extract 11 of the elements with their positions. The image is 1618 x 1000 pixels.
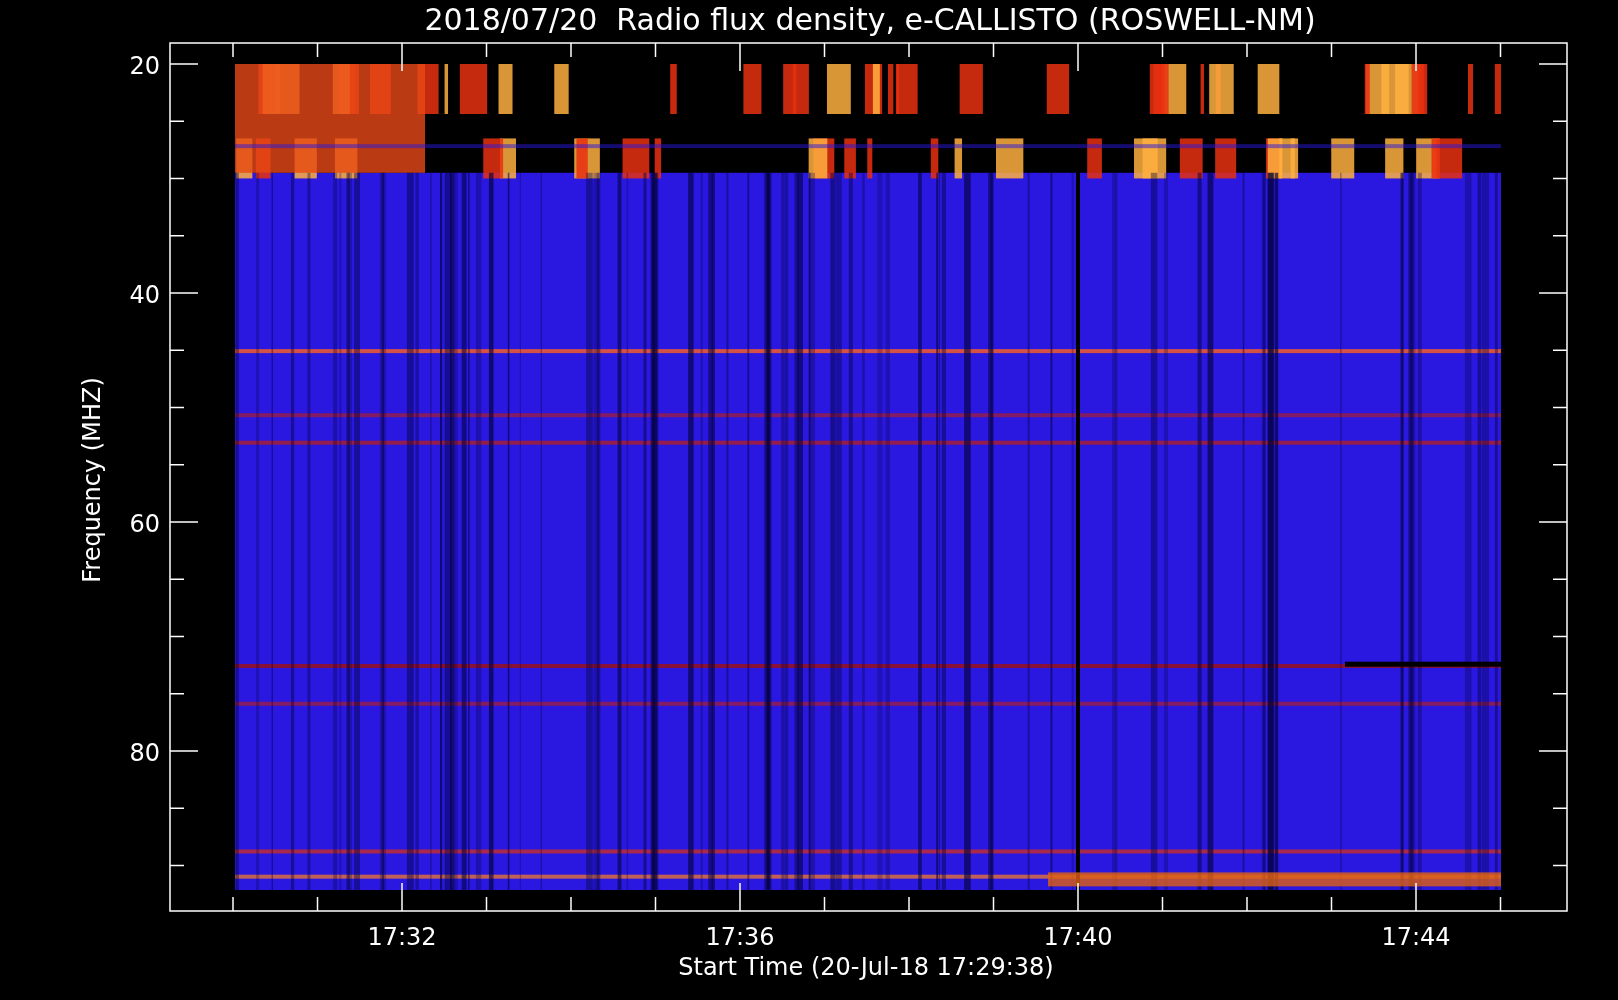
x-tick-label: 17:44 [1381, 923, 1451, 951]
y-tick-label: 60 [129, 510, 160, 538]
x-tick-label: 17:40 [1043, 923, 1113, 951]
x-tick-label: 17:32 [367, 923, 437, 951]
x-axis-label: Start Time (20-Jul-18 17:29:38) [678, 953, 1054, 981]
x-tick-label: 17:36 [705, 923, 775, 951]
y-axis-label: Frequency (MHZ) [78, 377, 106, 583]
y-tick-label: 80 [129, 739, 160, 767]
y-tick-label: 20 [129, 52, 160, 80]
y-tick-label: 40 [129, 281, 160, 309]
chart-title: 2018/07/20 Radio flux density, e-CALLISTO (ROSWELL-NM) [424, 2, 1316, 37]
